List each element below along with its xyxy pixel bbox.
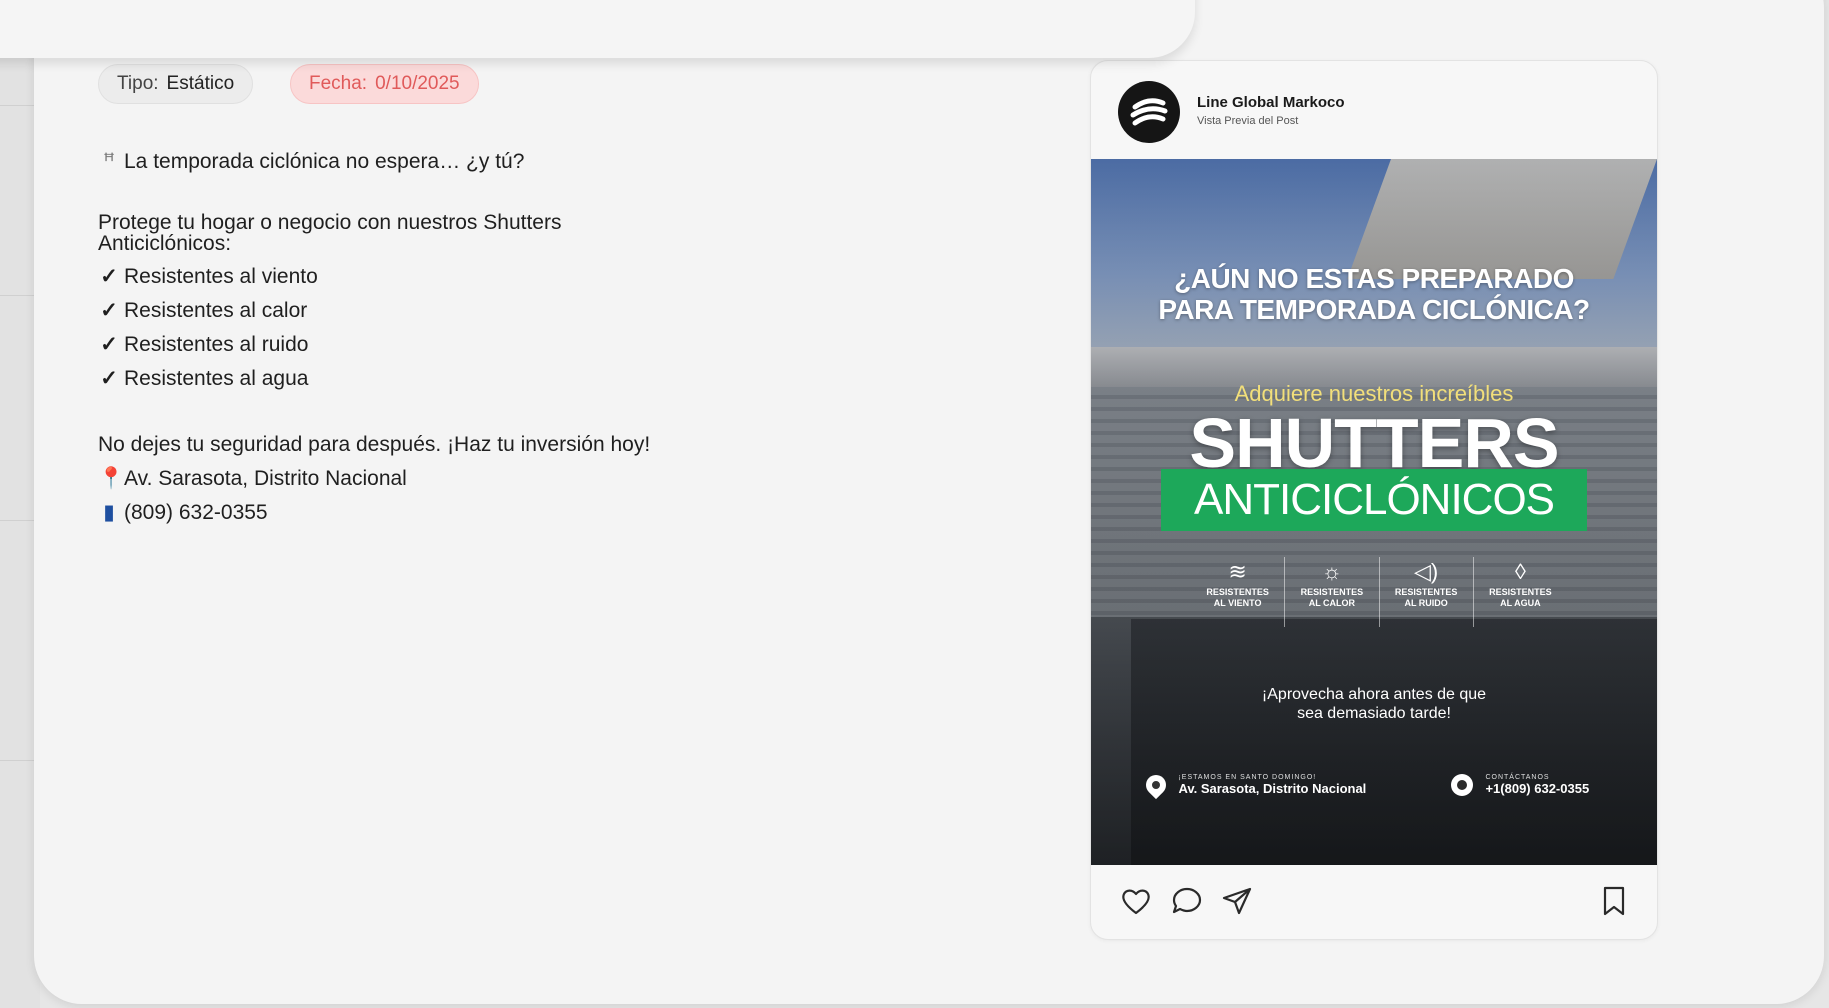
post-actions <box>1091 865 1657 939</box>
pin-icon: 📍 <box>98 467 125 490</box>
wind-icon: ≋ <box>1228 559 1247 584</box>
check-icon: ✓ <box>100 333 118 356</box>
creative-phone: CONTÁCTANOS +1(809) 632-0355 <box>1451 774 1589 796</box>
date-badge: Fecha: 0/10/2025 <box>290 64 479 104</box>
caption-hook: La temporada ciclónica no espera… ¿y tú? <box>124 150 525 173</box>
speaker-icon: ◁) <box>1414 559 1439 584</box>
comment-icon[interactable] <box>1169 883 1205 919</box>
creative-cta: ¡Aprovecha ahora antes de que sea demasi… <box>1261 686 1487 722</box>
brand-logo-icon <box>1130 98 1168 126</box>
post-preview: Line Global Markoco Vista Previa del Pos… <box>1090 60 1658 940</box>
type-badge: Tipo: Estático <box>98 64 254 104</box>
header-panel <box>0 0 1195 58</box>
post-image: ¿AÚN NO ESTAS PREPARADO PARA TEMPORADA C… <box>1091 159 1657 865</box>
caption-hook-line: ꟸ La temporada ciclónica no espera… ¿y tú… <box>98 148 818 175</box>
bookmark-icon[interactable] <box>1596 883 1632 919</box>
caption-intro: Protege tu hogar o negocio con nuestros … <box>98 211 562 255</box>
feature-item: ☼ RESISTENTES AL CALOR <box>1285 557 1380 627</box>
cyclone-icon: ꟸ <box>102 150 116 173</box>
creative-headline: ¿AÚN NO ESTAS PREPARADO PARA TEMPORADA C… <box>1158 263 1590 325</box>
caption-cta: No dejes tu seguridad para después. ¡Haz… <box>98 433 651 456</box>
avatar[interactable] <box>1118 81 1180 143</box>
address-line: 📍Av. Sarasota, Distrito Nacional <box>98 462 818 496</box>
creative-features: ≋ RESISTENTES AL VIENTO ☼ RESISTENTES AL… <box>1191 557 1567 627</box>
check-item: ✓ Resistentes al calor <box>98 294 818 328</box>
creative-location: ¡ESTAMOS EN SANTO DOMINGO! Av. Sarasota,… <box>1141 770 1366 800</box>
sun-icon: ☼ <box>1321 559 1342 584</box>
type-value: Estático <box>166 73 235 94</box>
heart-icon[interactable] <box>1118 883 1154 919</box>
check-icon: ✓ <box>100 299 118 322</box>
check-item: ✓ Resistentes al agua <box>98 362 818 396</box>
check-item: ✓ Resistentes al ruido <box>98 328 818 362</box>
creative-green-banner: ANTICICLÓNICOS <box>1161 469 1587 531</box>
share-icon[interactable] <box>1219 883 1255 919</box>
drop-icon: ◊ <box>1514 559 1526 584</box>
date-label: Fecha: <box>309 73 368 94</box>
date-value: 0/10/2025 <box>375 73 460 94</box>
whatsapp-icon <box>1451 774 1473 796</box>
feature-item: ≋ RESISTENTES AL VIENTO <box>1191 557 1286 627</box>
account-name: Line Global Markoco <box>1197 94 1345 111</box>
phone-line: ▮ (809) 632-0355 <box>98 496 818 530</box>
check-icon: ✓ <box>100 265 118 288</box>
post-header: Line Global Markoco Vista Previa del Pos… <box>1091 61 1657 159</box>
feature-item: ◊ RESISTENTES AL AGUA <box>1474 557 1567 627</box>
account-subtitle: Vista Previa del Post <box>1197 115 1299 127</box>
post-caption: ꟸ La temporada ciclónica no espera… ¿y tú… <box>98 148 818 530</box>
phone-icon: ▮ <box>103 501 115 524</box>
check-icon: ✓ <box>100 367 118 390</box>
feature-item: ◁) RESISTENTES AL RUIDO <box>1380 557 1474 627</box>
location-pin-icon <box>1141 770 1171 800</box>
check-item: ✓ Resistentes al viento <box>98 260 818 294</box>
type-label: Tipo: <box>117 73 159 94</box>
